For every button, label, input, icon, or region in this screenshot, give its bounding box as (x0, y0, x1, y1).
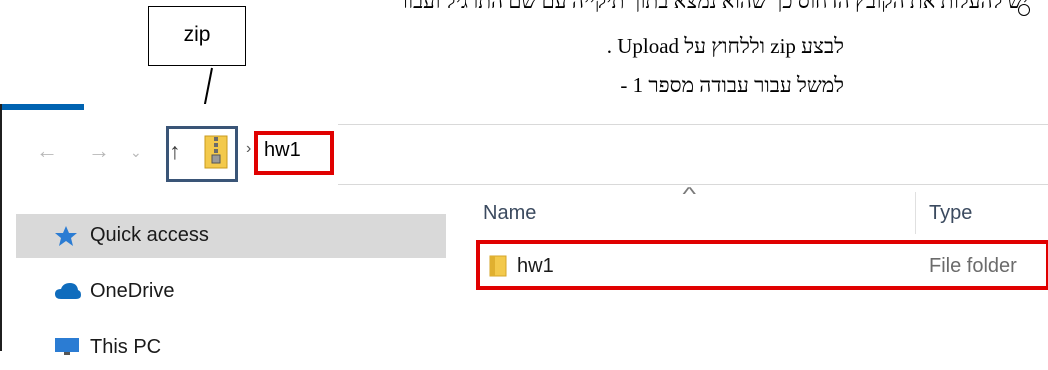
sidebar-item-label: OneDrive (90, 280, 175, 302)
sidebar-item-quick-access[interactable]: Quick access (16, 214, 446, 258)
folder-icon (489, 255, 507, 277)
sidebar-item-label: Quick access (90, 224, 209, 246)
cloud-icon (55, 283, 81, 299)
breadcrumb-current[interactable]: hw1 (264, 139, 301, 162)
back-button[interactable]: ← (36, 138, 58, 164)
file-explorer-window: ← → ⌄ ↑ › hw1 Quick access OneDrive This… (0, 104, 1048, 358)
instruction-line-3: למשל עבור עבודה מספר 1 - (620, 73, 844, 97)
zip-callout-box: zip (148, 6, 246, 66)
sidebar-item-this-pc[interactable]: This PC (16, 326, 446, 370)
sidebar-item-onedrive[interactable]: OneDrive (16, 270, 446, 314)
instruction-line-2: לבצע zip וללחוץ על Upload . (606, 34, 844, 58)
column-header-type[interactable]: Type (929, 202, 972, 225)
file-row-name[interactable]: hw1 (517, 255, 554, 278)
address-bar-top-border (338, 124, 1048, 125)
recent-locations-button[interactable]: ⌄ (130, 144, 142, 161)
forward-button[interactable]: → (88, 138, 110, 164)
zip-folder-icon[interactable] (203, 135, 229, 169)
breadcrumb-separator: › (246, 140, 252, 157)
sidebar-item-label: This PC (90, 336, 162, 358)
monitor-icon (55, 338, 79, 355)
column-divider[interactable] (915, 192, 916, 234)
up-button[interactable]: ↑ (169, 138, 181, 165)
star-icon (55, 226, 77, 246)
sort-indicator: ^ (682, 184, 696, 204)
file-row-type: File folder (929, 255, 1017, 277)
column-header-name[interactable]: Name (483, 202, 536, 225)
window-accent-bar (2, 104, 84, 110)
